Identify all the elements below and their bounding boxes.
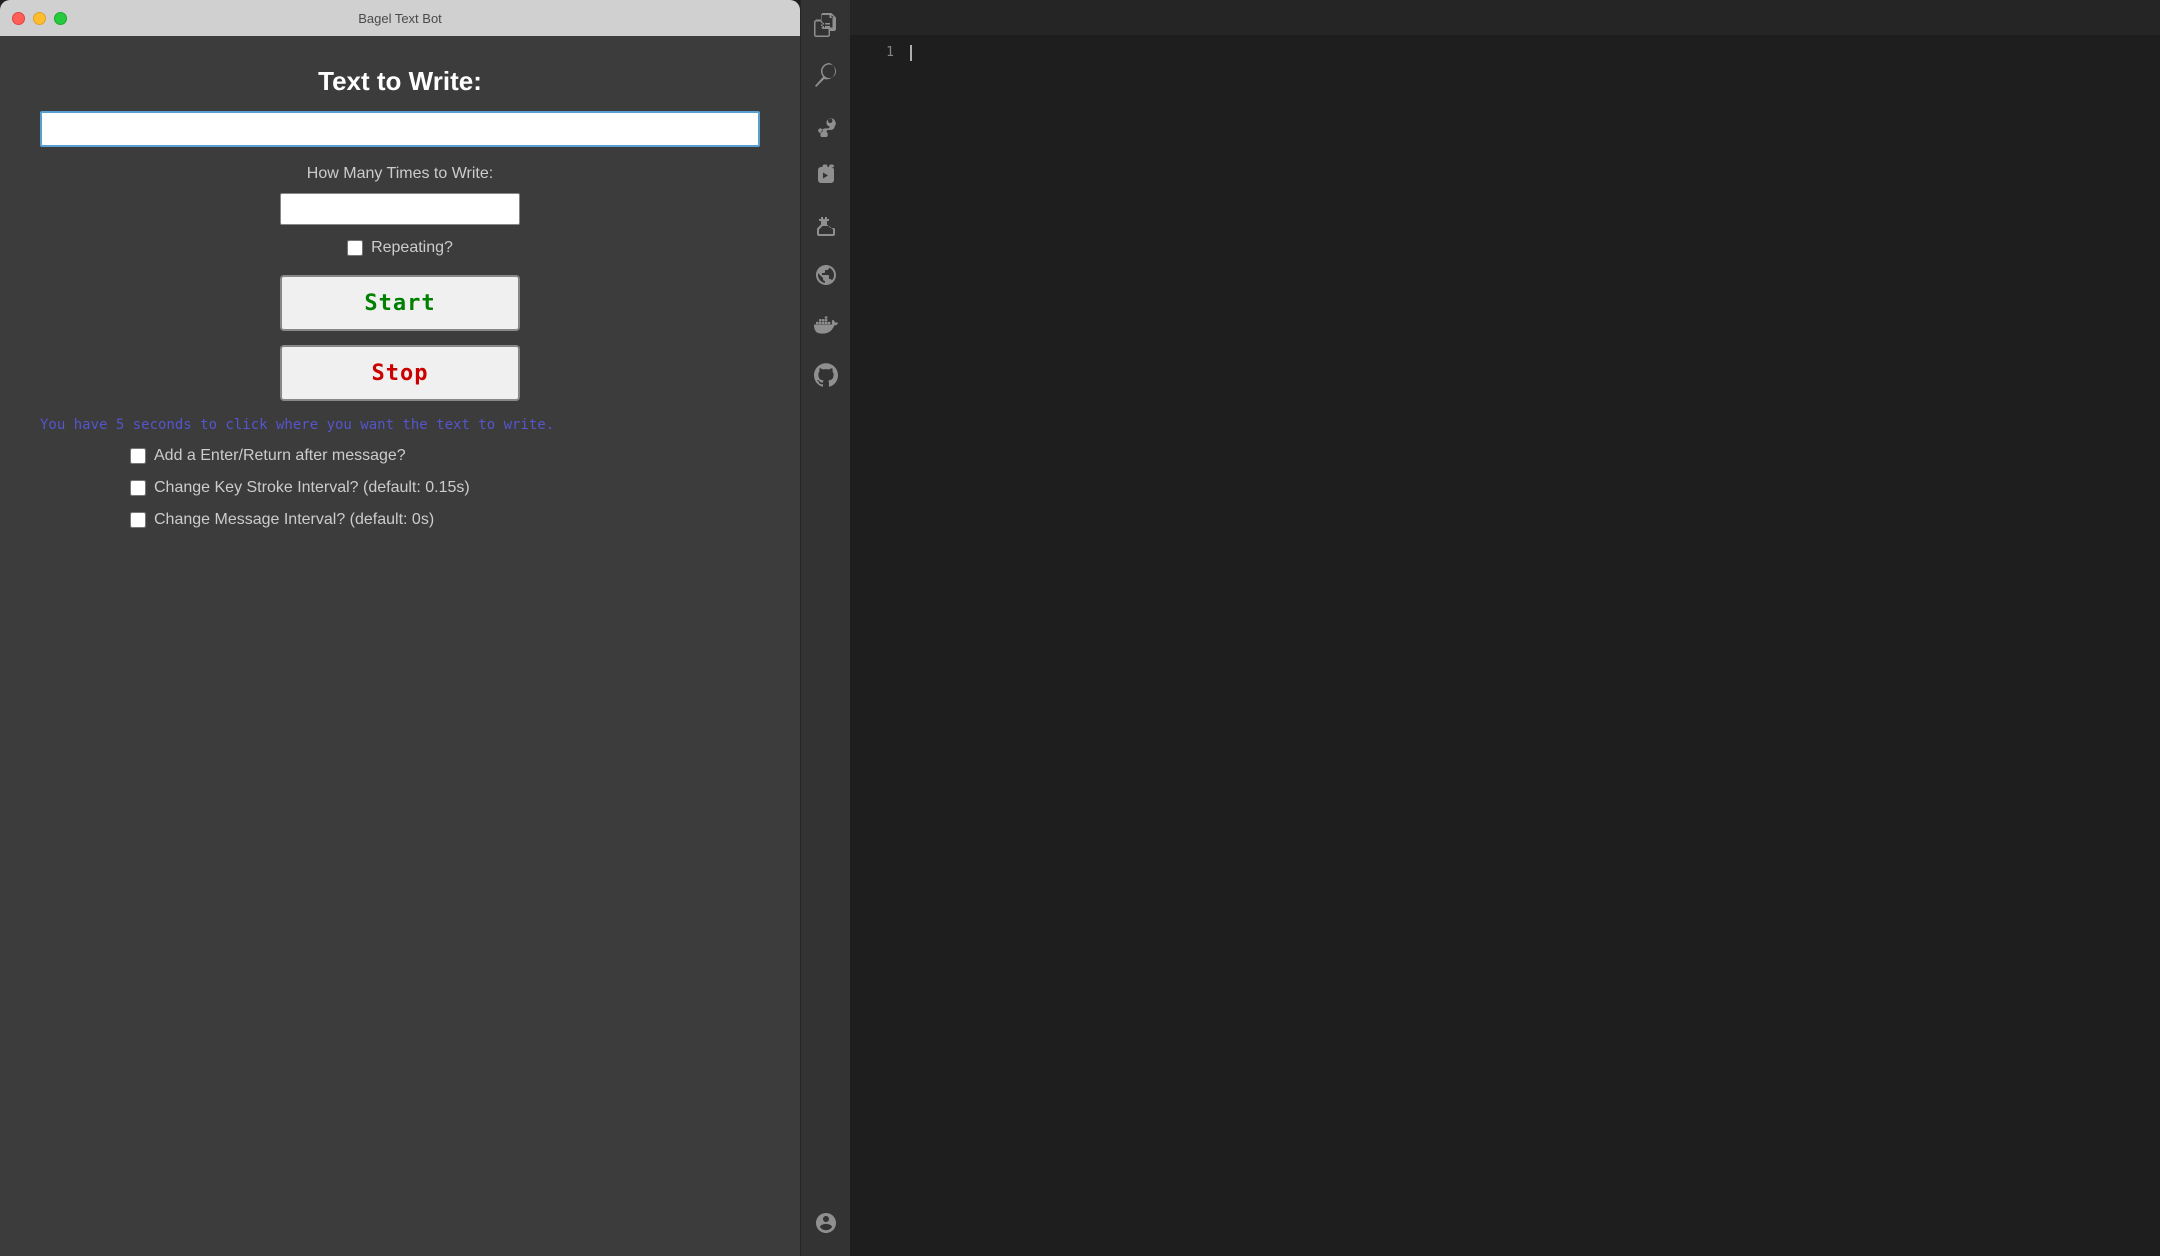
minimize-button[interactable] <box>33 12 46 25</box>
how-many-label: How Many Times to Write: <box>307 165 493 183</box>
editor-text-area[interactable] <box>910 35 2160 1256</box>
editor-content: 1 <box>850 35 2160 1256</box>
keystroke-interval-checkbox[interactable] <box>130 480 146 496</box>
extensions-icon[interactable] <box>801 200 851 250</box>
app-window: Bagel Text Bot Text to Write: How Many T… <box>0 0 800 1256</box>
close-button[interactable] <box>12 12 25 25</box>
line-number-1: 1 <box>850 43 894 62</box>
text-to-write-input[interactable] <box>40 111 760 147</box>
docker-icon[interactable] <box>801 300 851 350</box>
app-content: Text to Write: How Many Times to Write: … <box>0 36 800 549</box>
option1-row: Add a Enter/Return after message? <box>30 447 770 465</box>
repeating-label: Repeating? <box>371 239 453 257</box>
option3-row: Change Message Interval? (default: 0s) <box>30 511 770 529</box>
github-icon[interactable] <box>801 350 851 400</box>
status-message: You have 5 seconds to click where you wa… <box>30 417 770 433</box>
editor-tabs <box>850 0 2160 35</box>
text-cursor <box>910 45 912 61</box>
run-debug-icon[interactable] <box>801 150 851 200</box>
option1-label: Add a Enter/Return after message? <box>154 447 406 465</box>
stop-button[interactable]: Stop <box>280 345 520 401</box>
title-bar: Bagel Text Bot <box>0 0 800 36</box>
option3-label: Change Message Interval? (default: 0s) <box>154 511 434 529</box>
source-control-icon[interactable] <box>801 100 851 150</box>
line-numbers: 1 <box>850 35 910 1256</box>
start-button[interactable]: Start <box>280 275 520 331</box>
main-title: Text to Write: <box>318 66 482 97</box>
window-title: Bagel Text Bot <box>358 11 442 26</box>
repeating-row: Repeating? <box>347 239 453 257</box>
cursor-line <box>910 43 2160 62</box>
vscode-activity-bar <box>800 0 850 1256</box>
option2-row: Change Key Stroke Interval? (default: 0.… <box>30 479 770 497</box>
traffic-lights <box>12 12 67 25</box>
count-input[interactable] <box>280 193 520 225</box>
message-interval-checkbox[interactable] <box>130 512 146 528</box>
vscode-editor: 1 <box>850 0 2160 1256</box>
remote-icon[interactable] <box>801 250 851 300</box>
search-icon[interactable] <box>801 50 851 100</box>
account-icon[interactable] <box>801 1198 851 1248</box>
repeating-checkbox[interactable] <box>347 240 363 256</box>
maximize-button[interactable] <box>54 12 67 25</box>
files-icon[interactable] <box>801 0 851 50</box>
option2-label: Change Key Stroke Interval? (default: 0.… <box>154 479 470 497</box>
enter-return-checkbox[interactable] <box>130 448 146 464</box>
